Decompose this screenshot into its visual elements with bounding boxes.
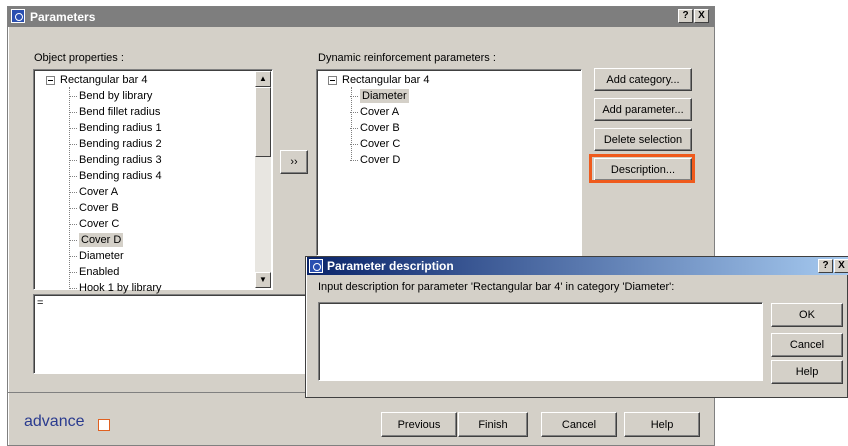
tree-item[interactable]: Cover B (360, 121, 400, 135)
tree-connector (69, 288, 77, 289)
cancel-button[interactable]: Cancel (541, 412, 617, 437)
tree-item[interactable]: Diameter (360, 89, 409, 103)
tree-item[interactable]: Cover C (79, 217, 119, 231)
collapse-icon[interactable] (328, 76, 337, 85)
window-title: Parameters (30, 10, 96, 24)
dialog-help-title-button[interactable]: ? (818, 259, 833, 273)
dynamic-params-tree[interactable]: Rectangular bar 4 Diameter Cover A Cover B… (316, 69, 582, 256)
add-category-button[interactable]: Add category... (594, 68, 692, 91)
tree-connector (350, 112, 358, 113)
help-title-button[interactable]: ? (678, 9, 693, 23)
description-input[interactable] (318, 302, 763, 381)
tree-item[interactable]: Cover A (360, 105, 399, 119)
dialog-title: Parameter description (327, 259, 454, 273)
transfer-button[interactable]: ›› (280, 150, 308, 174)
tree-item[interactable]: Diameter (79, 249, 124, 263)
tree-connector (69, 176, 77, 177)
tree-connector (350, 144, 358, 145)
tree-connector (69, 112, 77, 113)
add-parameter-button[interactable]: Add parameter... (594, 98, 692, 121)
app-icon (11, 9, 25, 23)
tree-item[interactable]: Cover B (79, 201, 119, 215)
dialog-cancel-button[interactable]: Cancel (771, 333, 843, 357)
tree-item[interactable]: Bending radius 4 (79, 169, 162, 183)
dialog-close-title-button[interactable]: X (834, 259, 848, 273)
help-button[interactable]: Help (624, 412, 700, 437)
close-title-button[interactable]: X (694, 9, 709, 23)
tree-item[interactable]: Cover C (360, 137, 400, 151)
object-properties-tree[interactable]: Rectangular bar 4 Bend by library Bend fi… (33, 69, 273, 294)
tree-item[interactable]: Hook 1 by library (79, 281, 162, 295)
object-properties-scrollbar[interactable]: ▲ ▼ (255, 71, 271, 288)
dialog-prompt: Input description for parameter 'Rectang… (318, 281, 675, 293)
tree-connector (350, 160, 358, 161)
property-value-text: = (37, 297, 44, 309)
scroll-up-icon[interactable]: ▲ (255, 71, 271, 87)
collapse-icon[interactable] (46, 76, 55, 85)
app-icon (309, 259, 323, 273)
description-highlight (589, 154, 695, 183)
tree-root[interactable]: Rectangular bar 4 (342, 73, 429, 87)
tree-item[interactable]: Bend fillet radius (79, 105, 160, 119)
finish-button[interactable]: Finish (458, 412, 528, 437)
dynamic-params-label: Dynamic reinforcement parameters : (318, 52, 496, 64)
tree-item[interactable]: Bend by library (79, 89, 152, 103)
tree-item[interactable]: Enabled (79, 265, 119, 279)
tree-connector (69, 144, 77, 145)
tree-root[interactable]: Rectangular bar 4 (60, 73, 147, 87)
scroll-thumb[interactable] (255, 87, 271, 157)
tree-item[interactable]: Cover D (79, 233, 124, 247)
delete-selection-button[interactable]: Delete selection (594, 128, 692, 151)
tree-connector (69, 128, 77, 129)
tree-connector (69, 256, 77, 257)
dialog-help-button[interactable]: Help (771, 360, 843, 384)
tree-connector (69, 192, 77, 193)
tree-item[interactable]: Cover A (79, 185, 118, 199)
dialog-titlebar[interactable]: Parameter description ? X (307, 257, 848, 275)
tree-connector (69, 224, 77, 225)
brand-square-icon (98, 419, 110, 431)
previous-button[interactable]: Previous (381, 412, 457, 437)
tree-connector (69, 272, 77, 273)
scroll-down-icon[interactable]: ▼ (255, 272, 271, 288)
tree-connector (350, 96, 358, 97)
tree-item[interactable]: Bending radius 1 (79, 121, 162, 135)
tree-connector (69, 96, 77, 97)
tree-item[interactable]: Cover D (360, 153, 400, 167)
tree-connector (69, 160, 77, 161)
tree-item[interactable]: Bending radius 3 (79, 153, 162, 167)
ok-button[interactable]: OK (771, 303, 843, 327)
tree-connector (69, 240, 77, 241)
tree-connector (351, 87, 352, 159)
property-value-area[interactable]: = (33, 294, 323, 374)
tree-connector (69, 87, 70, 287)
tree-connector (69, 208, 77, 209)
object-properties-label: Object properties : (34, 52, 124, 64)
tree-item[interactable]: Bending radius 2 (79, 137, 162, 151)
tree-connector (350, 128, 358, 129)
parameters-titlebar[interactable]: Parameters ? X (8, 7, 714, 27)
brand-logo: advance (24, 413, 85, 430)
